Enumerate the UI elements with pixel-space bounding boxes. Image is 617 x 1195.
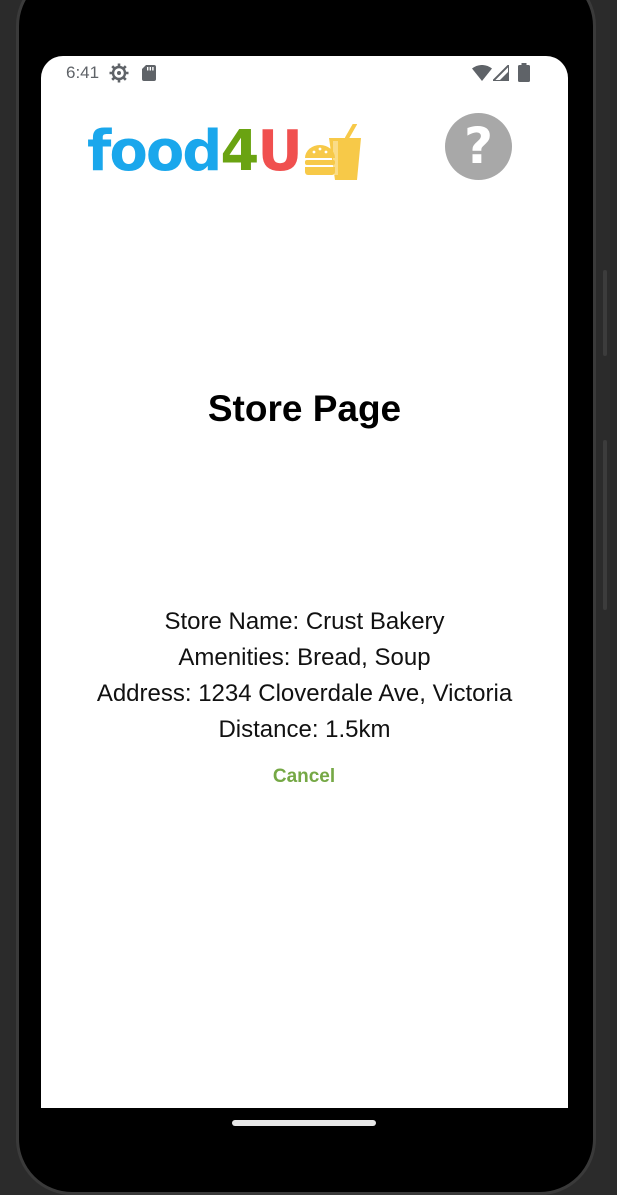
cancel-button[interactable]: Cancel: [254, 762, 354, 792]
gesture-nav-handle[interactable]: [232, 1120, 376, 1126]
settings-gear-icon: [109, 63, 129, 83]
burger-drink-icon: [305, 124, 361, 180]
battery-icon: [518, 63, 530, 82]
food4u-logo: food4U: [87, 122, 367, 182]
device-frame: 6:41 food4U ? Store Page Store Name: Cru…: [0, 0, 617, 1195]
wifi-icon: [472, 65, 492, 81]
store-address-text: Address: 1234 Cloverdale Ave, Victoria: [96, 680, 513, 707]
status-time: 6:41: [66, 63, 100, 82]
store-amenities-text: Amenities: Bread, Soup: [178, 644, 431, 671]
app-screen: 6:41 food4U ? Store Page Store Name: Cru…: [41, 56, 568, 1108]
logo-wordmark: food4U: [87, 119, 303, 184]
help-button[interactable]: ?: [445, 113, 512, 180]
store-distance-text: Distance: 1.5km: [218, 716, 391, 743]
logo-u-text: U: [257, 119, 303, 184]
signal-icon: [493, 65, 509, 81]
store-info: Store Name: Crust Bakery Amenities: Brea…: [41, 604, 568, 748]
page-title: Store Page: [207, 388, 402, 429]
store-name-text: Store Name: Crust Bakery: [164, 608, 445, 635]
logo-four-text: 4: [220, 119, 259, 184]
power-button: [603, 440, 607, 610]
status-bar: 6:41: [41, 56, 568, 90]
logo-food-text: food: [87, 119, 222, 184]
sd-card-icon: [142, 65, 156, 81]
volume-button: [603, 270, 607, 356]
